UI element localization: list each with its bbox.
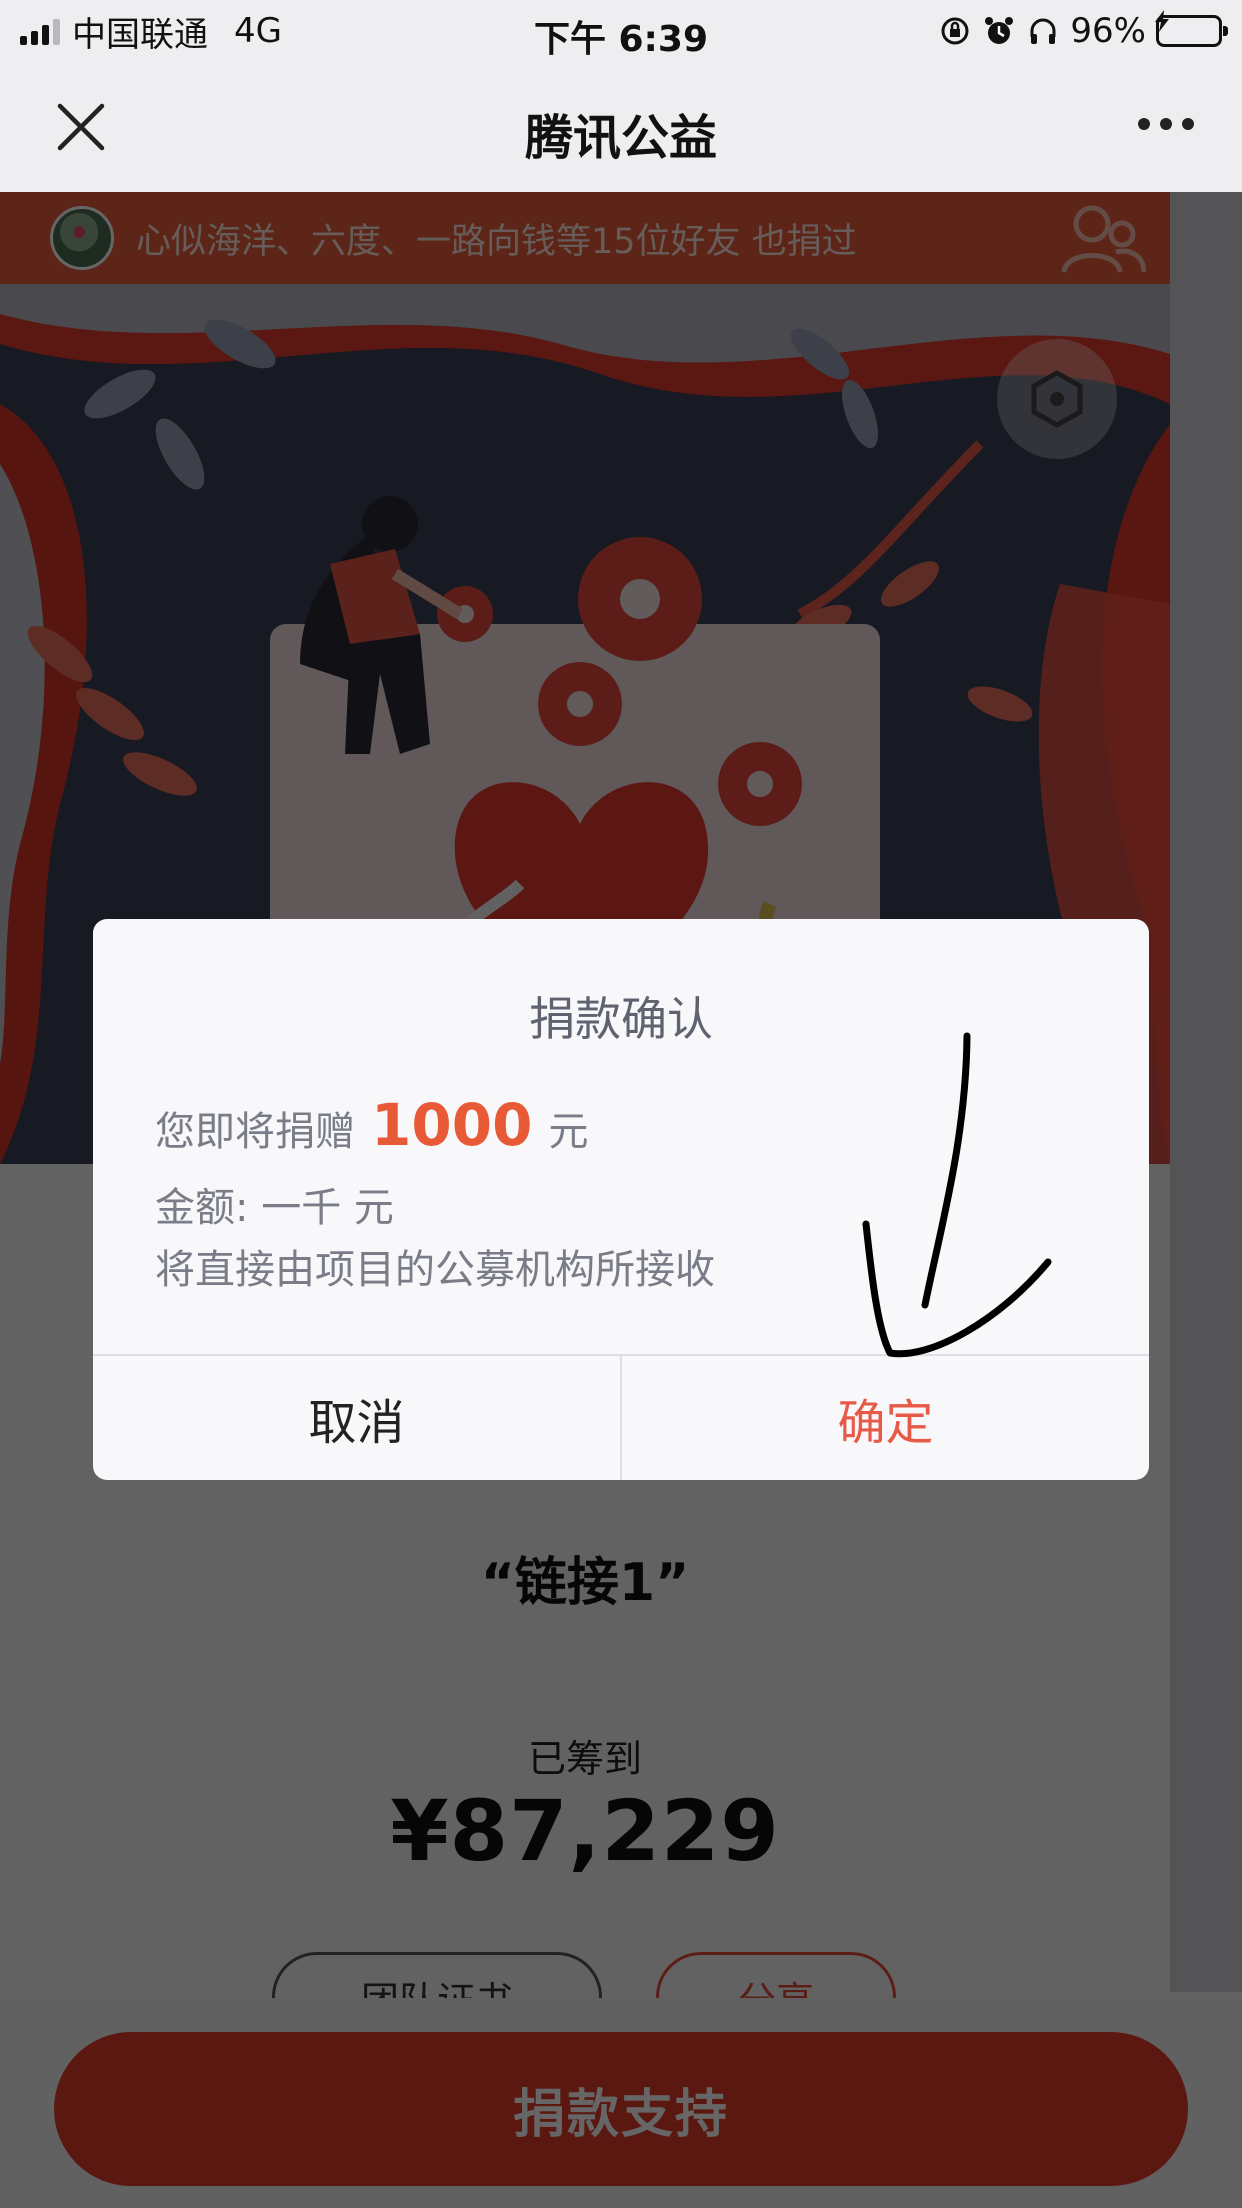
dialog-amount-words: 金额: 一千 元 [155, 1185, 394, 1231]
page-edge-strip [1170, 192, 1242, 1992]
alarm-icon [982, 14, 1016, 48]
headphones-icon [1026, 14, 1060, 48]
dialog-donate-suffix: 元 [548, 1109, 589, 1155]
dialog-donate-line: 您即将捐赠 1000 元 [155, 1091, 588, 1159]
raised-label: 已筹到 [527, 1737, 642, 1781]
dialog-title: 捐款确认 [529, 992, 713, 1046]
page-title: 腾讯公益 [524, 110, 717, 166]
dialog-donate-prefix: 您即将捐赠 [155, 1109, 355, 1155]
donation-confirm-dialog: 捐款确认 您即将捐赠 1000 元 金额: 一千 元 将直接由项目的公募机构所接… [93, 919, 1149, 1480]
hexagon-icon [1027, 369, 1087, 429]
dialog-amount: 1000 [371, 1091, 533, 1159]
confirm-button[interactable]: 确定 [622, 1356, 1149, 1480]
raised-amount: ¥87,229 [390, 1782, 780, 1880]
friends-donated-text: 心似海洋、六度、一路向钱等15位好友 也捐过 [136, 221, 857, 262]
cover-action-button[interactable] [997, 339, 1117, 459]
users-icon [1060, 204, 1147, 280]
nav-bar: 腾讯公益 [0, 62, 1242, 192]
project-name: “链接1” [480, 1553, 690, 1613]
friend-avatar [50, 206, 114, 270]
status-bar: 中国联通 4G 下午 6:39 96% [0, 0, 1242, 62]
battery-charging-icon [1155, 10, 1228, 47]
donate-support-button[interactable]: 捐款支持 [54, 2032, 1188, 2186]
more-icon[interactable] [1138, 118, 1194, 130]
cancel-button[interactable]: 取消 [93, 1356, 622, 1480]
dialog-button-row: 取消 确定 [93, 1354, 1149, 1480]
friends-donated-bar[interactable]: 心似海洋、六度、一路向钱等15位好友 也捐过 [0, 192, 1170, 284]
bottom-action-bar: 捐款支持 [0, 1998, 1242, 2208]
battery-percent: 96% [1070, 11, 1146, 51]
dialog-recipient-note: 将直接由项目的公募机构所接收 [155, 1247, 715, 1293]
orientation-lock-icon [938, 14, 972, 48]
